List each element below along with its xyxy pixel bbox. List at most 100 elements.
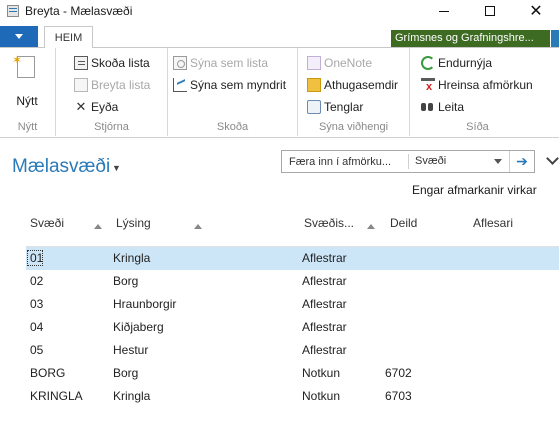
show-as-list-button[interactable]: Sýna sem lista [173,53,268,72]
table-row[interactable]: 02 Borg Aflestrar [26,270,559,293]
app-menu-button[interactable] [0,26,38,47]
cell-description: Kringla [113,251,151,265]
table-row[interactable]: 01 Kringla Aflestrar [26,247,559,270]
column-header-description[interactable]: Lýsing [116,216,151,230]
delete-label: Eyða [91,99,119,114]
cell-description: Borg [113,366,139,380]
view-list-button[interactable]: Skoða lista [74,53,150,72]
sort-icon [194,224,202,229]
chevron-down-icon[interactable]: ▼ [112,163,121,173]
page-title: Mælasvæði [12,156,111,177]
close-button[interactable]: ✕ [513,0,559,22]
ribbon-group-label: Skoða [216,121,249,133]
cell-area: 05 [30,343,44,357]
show-as-chart-button[interactable]: Sýna sem myndrit [173,75,286,94]
delete-button[interactable]: ✕ Eyða [74,97,119,116]
chevron-down-icon[interactable] [494,159,502,164]
onenote-button[interactable]: OneNote [307,53,372,72]
links-button[interactable]: Tenglar [307,97,363,116]
expand-filter-icon[interactable] [546,152,559,165]
chart-icon [173,77,187,92]
app-icon [7,5,19,17]
ribbon-group-label: Stjórna [94,121,129,133]
sort-icon [367,224,375,229]
refresh-icon [421,55,435,70]
cell-description: Hestur [113,343,149,357]
window-controls: ✕ [421,0,559,22]
cell-area-type: Aflestrar [302,274,347,288]
cell-area: 03 [30,297,44,311]
show-as-list-label: Sýna sem lista [190,55,269,70]
column-header-area-type[interactable]: Svæðis... [304,216,354,230]
clear-filter-label: Hreinsa afmörkun [438,77,533,92]
notes-button[interactable]: Athugasemdir [307,75,398,94]
ribbon-tab-row: HEIM Grímsnes og Grafningshre... [0,24,559,49]
minimize-button[interactable] [421,0,467,22]
clear-filter-button[interactable]: Hreinsa afmörkun [421,75,533,94]
cell-description: Borg [113,274,139,288]
ribbon-group-label: Sýna viðhengi [318,121,389,133]
new-document-icon: ✶ [12,53,35,78]
table-row[interactable]: KRINGLA Kringla Notkun 6703 [26,385,559,408]
ribbon-group-page: Endurnýja Hreinsa afmörkun Leita Síða [410,48,545,136]
filter-field-select[interactable]: Svæði [415,155,446,167]
link-icon [307,99,321,114]
window-title: Breyta - Mælasvæði [25,4,133,18]
minimize-icon [439,10,449,12]
ribbon-group-label: Nýtt [17,121,38,133]
ribbon-group-attachments: OneNote Athugasemdir Tenglar Sýna viðhen… [298,48,410,136]
new-button[interactable]: ✶ Nýtt [7,53,47,111]
links-label: Tenglar [324,99,364,114]
column-header-area[interactable]: Svæði [30,216,64,230]
cell-area-type: Notkun [302,389,341,403]
close-icon: ✕ [529,3,543,20]
maximize-button[interactable] [467,0,513,22]
ribbon-group-manage: Skoða lista Breyta lista ✕ Eyða Stjórna [56,48,168,136]
refresh-button[interactable]: Endurnýja [421,53,492,72]
filter-input[interactable] [282,151,408,172]
table-row[interactable]: 05 Hestur Aflestrar [26,339,559,362]
cell-area: 04 [30,320,44,334]
notes-icon [307,77,321,92]
cell-area: KRINGLA [30,389,83,403]
show-as-chart-label: Sýna sem myndrit [190,77,287,92]
title-bar: Breyta - Mælasvæði ✕ [0,0,559,22]
new-button-label: Nýtt [16,94,38,108]
edit-list-icon [74,77,88,92]
onenote-label: OneNote [324,55,373,70]
table-row[interactable]: 03 Hraunborgir Aflestrar [26,293,559,316]
column-header-reader[interactable]: Aflesari [473,216,513,230]
cell-area: BORG [30,366,66,380]
cell-area-type: Notkun [302,366,341,380]
edit-list-button[interactable]: Breyta lista [74,75,150,94]
clear-filter-icon [421,77,435,93]
tab-heim[interactable]: HEIM [44,26,93,49]
maximize-icon [485,6,495,16]
binoculars-icon [421,100,435,114]
ribbon-group-label: Síða [466,121,489,133]
refresh-label: Endurnýja [438,55,493,70]
arrow-right-icon: ➔ [516,153,528,169]
cell-description: Hraunborgir [113,297,177,311]
apply-filter-button[interactable]: ➔ [509,151,534,172]
cell-description: Kringla [113,389,151,403]
cell-department: 6703 [385,389,412,403]
table-row[interactable]: BORG Borg Notkun 6702 [26,362,559,385]
list-icon [74,55,88,70]
company-badge[interactable]: Grímsnes og Grafningshre... [391,30,550,47]
delete-icon: ✕ [75,98,87,114]
cell-area: 02 [30,274,44,288]
filter-box: Svæði ➔ [281,150,535,173]
filter-separator [408,154,409,169]
cell-area-type: Aflestrar [302,343,347,357]
find-label: Leita [438,99,465,114]
cell-area-type: Aflestrar [302,297,347,311]
cell-department: 6702 [385,366,412,380]
filter-status: Engar afmarkanir virkar [412,183,537,197]
column-header-department[interactable]: Deild [390,216,417,230]
cell-area: 01 [30,251,44,265]
table-row[interactable]: 04 Kiðjaberg Aflestrar [26,316,559,339]
find-button[interactable]: Leita [421,97,464,116]
notes-label: Athugasemdir [324,77,399,92]
help-icon[interactable] [551,30,559,47]
